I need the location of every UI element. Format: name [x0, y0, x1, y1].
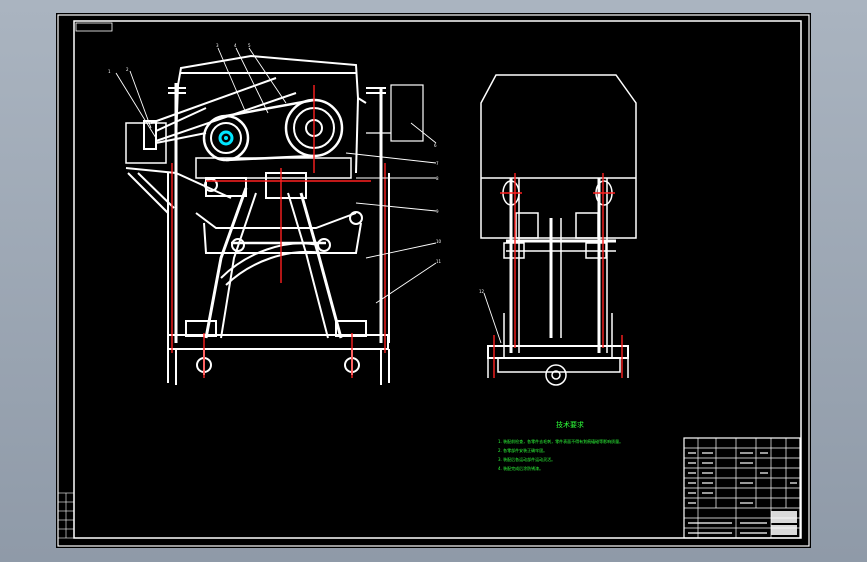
svg-text:2. 各零部件安装正确牢固。: 2. 各零部件安装正确牢固。 — [498, 447, 547, 453]
svg-text:3: 3 — [216, 43, 219, 48]
side-view — [480, 74, 637, 386]
leader-numbers-front: 1 2 3 4 5 6 7 8 9 10 11 — [108, 43, 442, 264]
leader-lines-side — [483, 292, 502, 344]
svg-text:4. 装配完成后涂防锈漆。: 4. 装配完成后涂防锈漆。 — [498, 465, 543, 471]
svg-text:6: 6 — [434, 143, 437, 148]
right-arm — [299, 192, 343, 339]
front-view — [125, 54, 390, 385]
base-frame — [167, 334, 389, 350]
binding-strip — [57, 492, 75, 539]
tech-requirements-title: 技术要求 — [556, 420, 584, 429]
svg-text:10: 10 — [436, 239, 442, 244]
svg-text:1: 1 — [108, 69, 111, 74]
svg-text:5: 5 — [248, 43, 251, 48]
leader-number-side: 12 — [479, 289, 485, 294]
svg-text:4: 4 — [234, 43, 237, 48]
cad-viewport[interactable]: 1 2 3 4 5 6 7 8 9 10 11 12 技术要求 1. 装配前检查… — [56, 13, 811, 548]
svg-text:8: 8 — [436, 176, 439, 181]
assembly-drawing: 1 2 3 4 5 6 7 8 9 10 11 12 技术要求 1. 装配前检查… — [57, 14, 810, 547]
svg-text:3. 装配后各运动部件运动灵活。: 3. 装配后各运动部件运动灵活。 — [498, 456, 555, 462]
svg-text:11: 11 — [436, 259, 442, 264]
sheet-outer-frame — [57, 14, 810, 547]
drawing-tag-box — [75, 22, 113, 32]
svg-text:2: 2 — [126, 67, 129, 72]
side-housing — [480, 74, 637, 239]
side-wheel — [545, 364, 567, 386]
svg-text:7: 7 — [436, 161, 439, 166]
tech-requirements-lines: 1. 装配前检查，各零件去毛刺，零件表面不得有划痕磕碰等影响质量。 2. 各零部… — [498, 438, 623, 471]
svg-text:1. 装配前检查，各零件去毛刺，零件表面不得有划痕磕碰等影响: 1. 装配前检查，各零件去毛刺，零件表面不得有划痕磕碰等影响质量。 — [498, 438, 623, 444]
svg-text:9: 9 — [436, 209, 439, 214]
sheet-inner-frame — [73, 20, 802, 539]
